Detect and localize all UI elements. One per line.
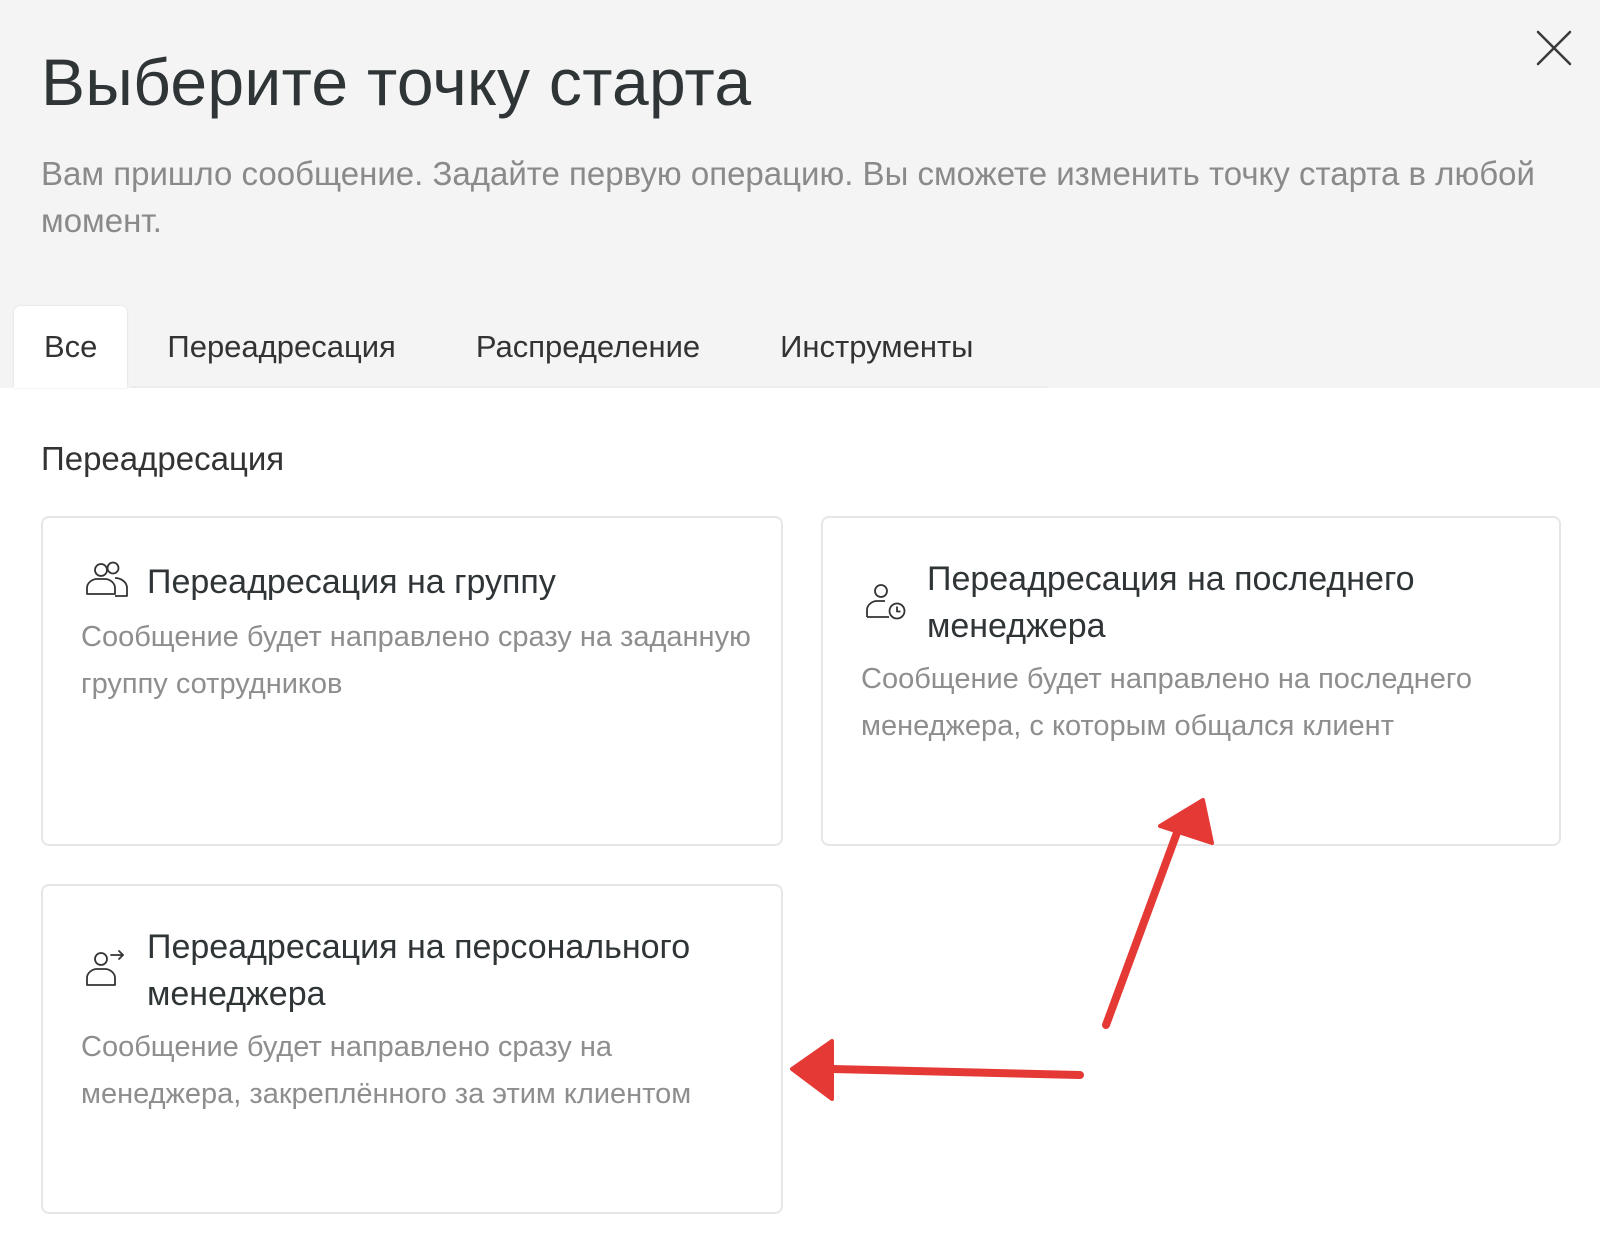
annotation-arrow-left — [828, 1065, 1084, 1079]
section-title: Переадресация — [41, 440, 285, 477]
user-clock-icon — [866, 584, 906, 620]
card-title: Переадресация на персонального менеджера — [147, 928, 691, 1013]
close-button[interactable] — [1534, 28, 1574, 68]
card-redirect-group[interactable]: Переадресация на группу Сообщение будет … — [41, 516, 783, 846]
annotation-arrow-up — [1102, 826, 1182, 1029]
group-users-icon — [86, 561, 128, 597]
tab-redirect[interactable]: Переадресация — [127, 306, 435, 388]
user-forward-icon — [86, 950, 124, 986]
tab-tools[interactable]: Инструменты — [740, 306, 1013, 388]
card-redirect-personal-manager[interactable]: Переадресация на персонального менеджера… — [41, 884, 783, 1214]
card-description: Сообщение будет направлено на последнего… — [861, 663, 1472, 742]
tab-all[interactable]: Все — [14, 306, 128, 388]
card-description: Сообщение будет направлено сразу на зада… — [81, 621, 751, 700]
annotation-arrowhead-left — [790, 1039, 834, 1101]
close-icon — [1536, 30, 1572, 66]
card-title: Переадресация на группу — [147, 562, 556, 601]
page-subtitle: Вам пришло сообщение. Задайте первую опе… — [41, 155, 1535, 239]
tab-distribution[interactable]: Распределение — [436, 306, 740, 388]
page-title: Выберите точку старта — [41, 45, 752, 119]
card-redirect-last-manager[interactable]: Переадресация на последнего менеджера Со… — [821, 516, 1561, 846]
card-title: Переадресация на последнего менеджера — [927, 560, 1415, 645]
card-description: Сообщение будет направлено сразу на мене… — [81, 1031, 692, 1110]
tab-bar: Все Переадресация Распределение Инструме… — [14, 306, 1013, 388]
